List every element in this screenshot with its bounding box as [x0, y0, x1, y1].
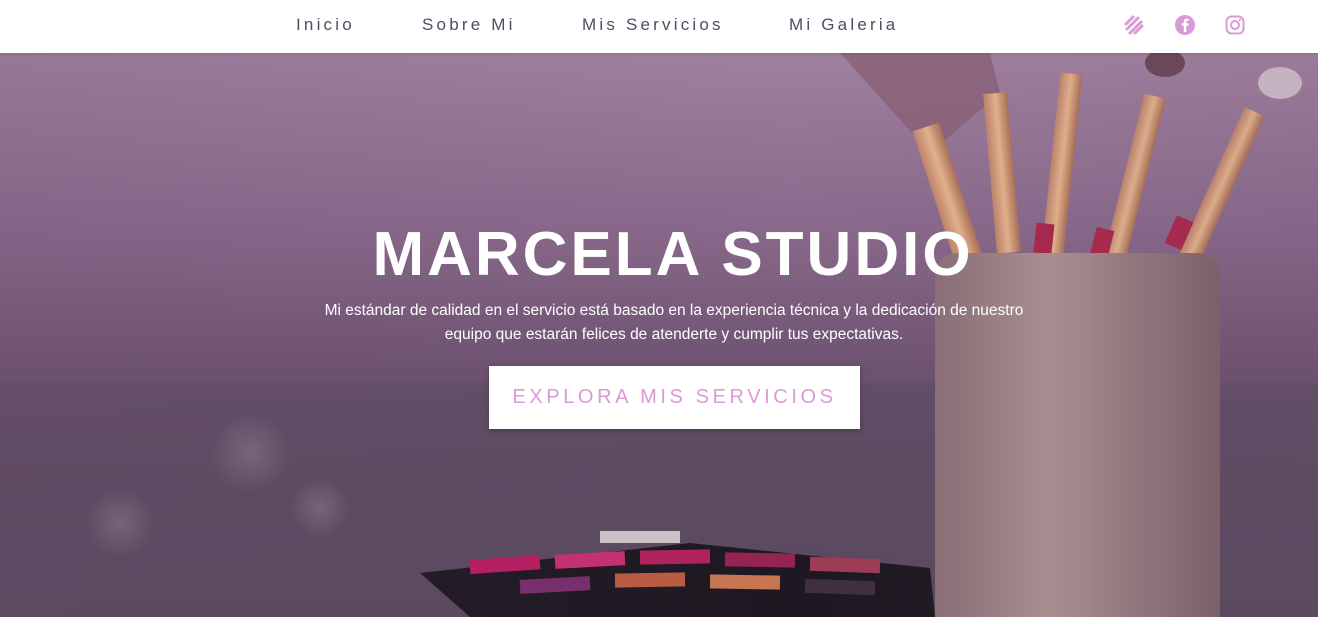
hero-title: MARCELA STUDIO: [372, 220, 974, 289]
nav-link-inicio[interactable]: Inicio: [296, 15, 355, 35]
hero-subtitle-line-2: equipo que estarán felices de atenderte …: [444, 326, 904, 343]
instagram-icon[interactable]: [1224, 14, 1246, 36]
squarespace-icon[interactable]: [1123, 14, 1145, 36]
hero-subtitle-line-1: Mi estándar de calidad en el servicio es…: [324, 302, 1024, 319]
hero-section: MARCELA STUDIO Mi estándar de calidad en…: [0, 53, 1318, 617]
top-navbar: Inicio Sobre Mi Mis Servicios Mi Galeria: [0, 0, 1318, 53]
nav-link-mi-galeria[interactable]: Mi Galeria: [789, 15, 898, 35]
facebook-icon[interactable]: [1174, 14, 1196, 36]
nav-menu: Inicio Sobre Mi Mis Servicios Mi Galeria: [0, 0, 1318, 53]
hero-subtitle: Mi estándar de calidad en el servicio es…: [318, 299, 1030, 347]
nav-link-mis-servicios[interactable]: Mis Servicios: [582, 15, 724, 35]
nav-link-sobre-mi[interactable]: Sobre Mi: [422, 15, 516, 35]
explore-services-button[interactable]: EXPLORA MIS SERVICIOS: [489, 366, 860, 429]
